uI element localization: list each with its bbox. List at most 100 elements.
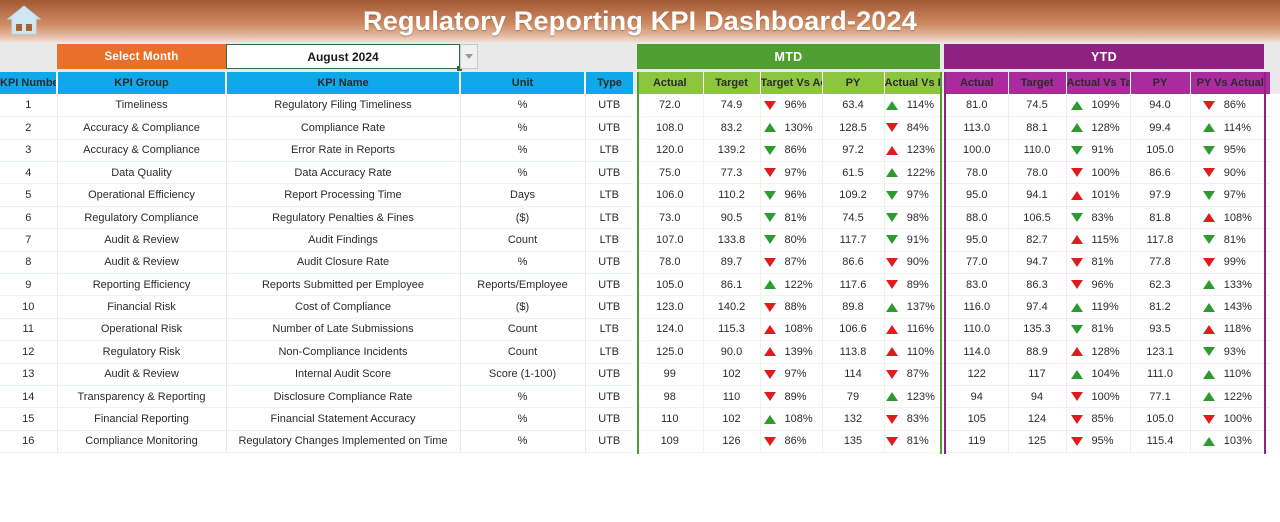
mtd-target-vs-actual-value: 89% [784,390,807,403]
month-select-value[interactable]: August 2024 [226,44,462,71]
arrow-down-icon [1070,436,1083,446]
arrow-up-icon [1070,190,1083,200]
mtd-actual-vs-py-value: 89% [906,278,929,291]
cell-mtd-actual-vs-py: 137% [884,295,943,319]
cell-mtd-py: 79 [822,385,885,409]
ytd-actual-vs-target-value: 115% [1091,233,1119,246]
mtd-actual-vs-py-value: 91% [906,233,929,246]
table-row[interactable]: 3 Accuracy & Compliance Error Rate in Repo… [0,139,1280,163]
ytd-actual-vs-target-value: 100% [1091,390,1120,403]
ytd-actual-vs-target: 100% [1067,167,1130,179]
cell-mtd-target: 90.0 [703,340,761,364]
cell-mtd-target: 89.7 [703,251,761,275]
table-row[interactable]: 6 Regulatory Compliance Regulatory Penalti… [0,206,1280,230]
arrow-down-icon [1070,414,1083,424]
col-mtd-py[interactable]: PY [822,72,885,95]
ytd-py-vs-actual-value: 118% [1223,323,1252,336]
home-icon[interactable] [6,3,42,37]
cell-unit: Days [460,183,586,207]
table-row[interactable]: 12 Regulatory Risk Non-Compliance Incident… [0,340,1280,364]
arrow-down-icon [763,369,776,379]
cell-mtd-py: 63.4 [822,94,885,118]
mtd-actual-vs-py-value: 114% [906,99,935,112]
col-ytd-actual-vs-target[interactable]: Actual Vs Target [1066,72,1131,95]
mtd-actual-vs-py: 83% [885,413,943,425]
col-mtd-actual-vs-py[interactable]: Actual Vs PY [884,72,942,95]
table-row[interactable]: 2 Accuracy & Compliance Compliance Rate% UT… [0,116,1280,140]
arrow-down-icon [885,190,898,200]
cell-ytd-py: 81.2 [1130,295,1191,319]
col-ytd-target[interactable]: Target [1008,72,1067,95]
ytd-actual-vs-target: 95% [1067,435,1130,447]
table-row[interactable]: 1 Timeliness Regulatory Filing Timeliness%… [0,94,1280,118]
table-row[interactable]: 9 Reporting Efficiency Reports Submitted p… [0,273,1280,297]
cell-kpi-group: Reporting Efficiency [57,273,227,297]
col-mtd-target-vs-actual[interactable]: Target Vs Actual [760,72,823,95]
col-kpi-number[interactable]: KPI Number [0,72,58,95]
gap-cell [1270,206,1280,229]
col-mtd-actual[interactable]: Actual [637,72,704,95]
table-row[interactable]: 10 Financial Risk Cost of Compliance ($) UTB… [0,295,1280,319]
ytd-py-vs-actual: 114% [1191,122,1271,134]
table-row[interactable]: 16 Compliance Monitoring Regulatory Change… [0,430,1280,454]
table-row[interactable]: 14 Transparency & Reporting Disclosure Com… [0,385,1280,409]
table-row[interactable]: 15 Financial Reporting Financial Statement… [0,407,1280,431]
cell-ytd-target: 88.1 [1008,116,1067,140]
cell-ytd-target: 97.4 [1008,295,1067,319]
ytd-actual-vs-target-value: 96% [1091,278,1114,291]
cell-ytd-target: 86.3 [1008,273,1067,297]
col-ytd-py[interactable]: PY [1130,72,1191,95]
col-type[interactable]: Type [585,72,633,95]
cell-mtd-actual-vs-py: 116% [884,318,942,342]
cell-ytd-target: 82.7 [1008,228,1067,252]
cell-kpi-number: 1 [0,94,58,118]
mtd-actual-vs-py: 137% [885,301,943,313]
col-ytd-py-vs-actual[interactable]: PY Vs Actual [1190,72,1270,95]
table-row[interactable]: 4 Data Quality Data Accuracy Rate% UTB 75.0 7… [0,161,1280,185]
mtd-target-vs-actual-value: 96% [784,99,807,112]
ytd-actual-vs-target-value: 85% [1091,413,1114,426]
col-ytd-actual[interactable]: Actual [946,72,1009,95]
cell-ytd-py-vs-actual: 97% [1190,183,1270,207]
cell-kpi-number: 9 [0,273,58,297]
cell-ytd-py-vs-actual: 99% [1190,251,1270,275]
table-row[interactable]: 13 Audit & Review Internal Audit Score Scor… [0,363,1280,386]
col-kpi-group[interactable]: KPI Group [57,72,227,95]
cell-unit: Reports/Employee [460,273,586,297]
ytd-py-vs-actual: 108% [1191,212,1271,224]
ytd-actual-vs-target-value: 109% [1091,99,1120,112]
arrow-up-icon [1070,369,1083,379]
cell-kpi-name: Number of Late Submissions [226,318,461,342]
ytd-actual-vs-target: 128% [1067,346,1130,358]
cell-ytd-actual-vs-target: 83% [1066,206,1131,230]
ytd-py-vs-actual-value: 99% [1223,256,1246,269]
table-row[interactable]: 5 Operational Efficiency Report Processing… [0,183,1280,207]
table-row[interactable]: 7 Audit & Review Audit Findings Count LTB 107… [0,228,1280,252]
cell-kpi-name: Financial Statement Accuracy [226,407,461,431]
cell-mtd-target-vs-actual: 97% [760,363,823,386]
month-dropdown-button[interactable] [460,44,478,69]
cell-type: UTB [585,407,633,431]
ytd-py-vs-actual-value: 143% [1223,301,1252,314]
col-mtd-target[interactable]: Target [703,72,761,95]
mtd-actual-vs-py-value: 123% [906,390,935,403]
cell-mtd-actual: 98 [637,385,704,409]
ytd-banner: YTD [944,44,1264,69]
cell-unit: % [460,161,586,185]
cell-mtd-target: 77.3 [703,161,761,185]
cell-kpi-name: Non-Compliance Incidents [226,340,461,364]
arrow-up-icon [763,414,776,424]
cell-ytd-target: 124 [1008,407,1067,431]
col-unit[interactable]: Unit [460,72,586,95]
arrow-down-icon [1202,190,1215,200]
table-row[interactable]: 8 Audit & Review Audit Closure Rate% UTB 78.… [0,251,1280,275]
mtd-actual-vs-py-value: 122% [906,166,935,179]
cell-kpi-name: Regulatory Changes Implemented on Time [226,430,461,454]
gap-cell [1270,183,1280,207]
table-row[interactable]: 11 Operational Risk Number of Late Submiss… [0,318,1280,342]
cell-kpi-name: Regulatory Filing Timeliness [226,94,461,118]
mtd-target-vs-actual: 122% [761,279,822,291]
cell-kpi-group: Financial Reporting [57,407,227,431]
col-kpi-name[interactable]: KPI Name [226,72,461,95]
cell-mtd-actual: 124.0 [637,318,704,342]
